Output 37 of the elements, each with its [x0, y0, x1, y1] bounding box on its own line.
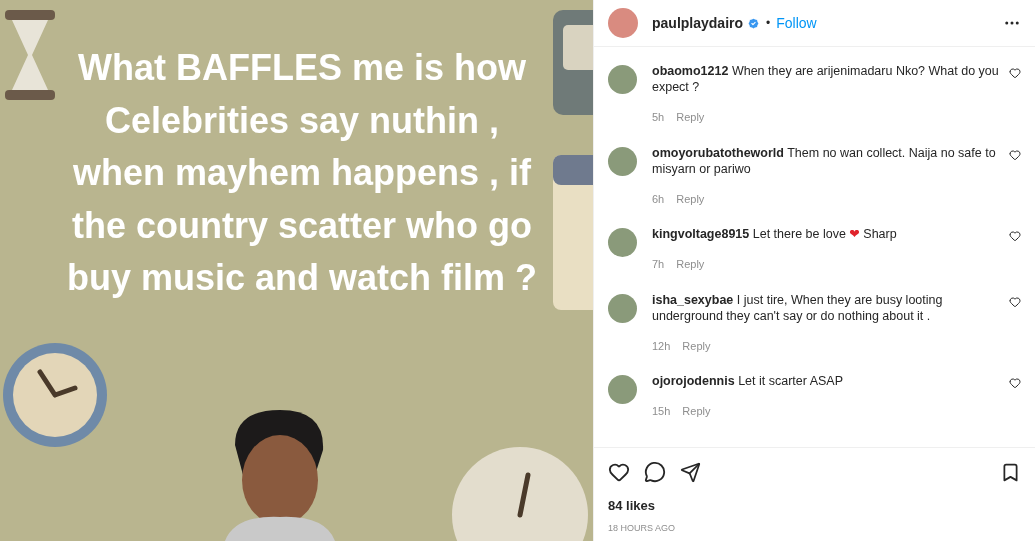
commenter-avatar[interactable]: [608, 146, 637, 176]
comment-time: 15h: [652, 404, 671, 419]
comment-time: 12h: [652, 338, 671, 354]
comment-text: isha_sexybae I just tire, When they are busy looting underground they can't say or do nothing about it .: [652, 291, 944, 324]
commenter-avatar[interactable]: [608, 228, 637, 257]
commenter-avatar[interactable]: [608, 375, 637, 404]
like-icon[interactable]: [608, 461, 630, 483]
comment-text: omoyorubatotheworld Them no wan collect. Naija no safe to misyarn or pariwo: [652, 144, 997, 177]
like-comment-icon[interactable]: [1009, 67, 1021, 79]
post-timestamp: 18 HOURS AGO: [608, 521, 677, 535]
commenter-avatar[interactable]: [608, 293, 637, 323]
clock-icon: [0, 340, 110, 450]
commenter-avatar[interactable]: [608, 65, 637, 94]
like-comment-icon[interactable]: [1009, 377, 1021, 389]
comment-text: ojorojodennis Let it scarter ASAP: [652, 373, 845, 389]
reply-button[interactable]: Reply: [682, 403, 711, 420]
reply-button[interactable]: Reply: [676, 256, 705, 273]
profile-avatar[interactable]: [608, 8, 638, 38]
like-comment-icon[interactable]: [1009, 230, 1021, 242]
likes-count[interactable]: 84 likes: [608, 496, 1021, 516]
clock-icon: [450, 445, 590, 541]
reply-button[interactable]: Reply: [676, 190, 705, 207]
like-comment-icon[interactable]: [1009, 295, 1021, 308]
comment-time: 5h: [652, 110, 665, 125]
share-icon[interactable]: [680, 461, 701, 483]
comment-text: kingvoltage8915 Let there be love ❤ Sharp: [652, 226, 898, 242]
post-caption: What BAFFLES me is how Celebrities say nuthin , when mayhem happens , if the country scatter who go buy music and watch film ?: [65, 46, 539, 300]
reply-button[interactable]: Reply: [676, 109, 705, 126]
follow-button[interactable]: Follow: [776, 12, 817, 34]
separator-dot: •: [766, 15, 771, 32]
comment-time: 6h: [652, 191, 665, 207]
like-comment-icon[interactable]: [1009, 148, 1021, 161]
reply-button[interactable]: Reply: [682, 337, 711, 354]
username-link[interactable]: paulplaydairo: [652, 12, 744, 34]
comment-text: obaomo1212 When they are arijenimadaru Nko? What do you expect ?: [652, 63, 1000, 95]
comment-icon[interactable]: [644, 461, 666, 483]
comment-time: 7h: [652, 257, 665, 272]
